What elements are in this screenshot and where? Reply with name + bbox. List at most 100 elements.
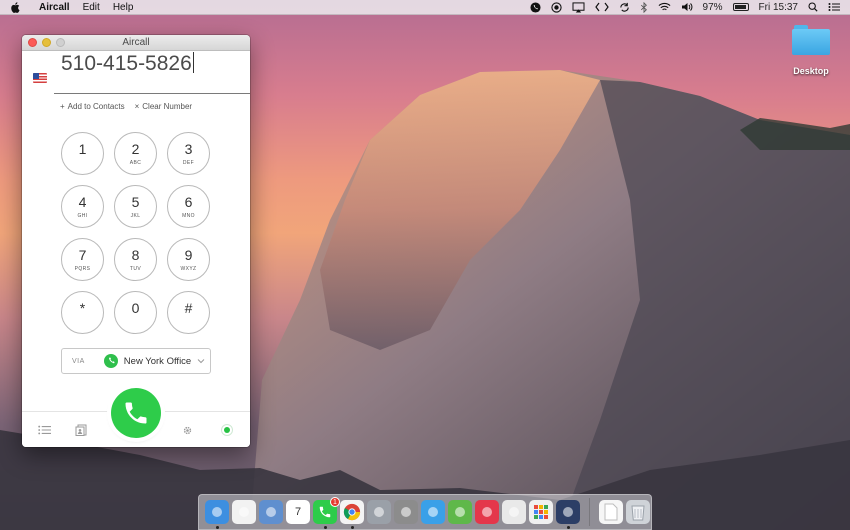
battery-percent: 97% [702, 1, 723, 13]
key-7[interactable]: 7 PQRS [61, 238, 104, 281]
dock-item-itunes[interactable] [232, 500, 256, 524]
phone-icon [125, 402, 147, 424]
dock-item-grid-app[interactable] [529, 500, 553, 524]
dock-item-chrome[interactable] [340, 500, 364, 529]
dock-item-calendar[interactable]: 7 [286, 500, 310, 524]
key-star[interactable]: * [61, 291, 104, 334]
rocket-icon [372, 505, 386, 519]
key-5[interactable]: 5 JKL [114, 185, 157, 228]
dock-item-twitter[interactable] [421, 500, 445, 524]
document-icon [604, 503, 618, 521]
window-minimize-button[interactable] [42, 38, 51, 47]
elephant-icon [453, 505, 467, 519]
quicktime-icon [561, 505, 575, 519]
key-4[interactable]: 4 GHI [61, 185, 104, 228]
phone-number-text: 510-415-5826 [61, 52, 192, 75]
grid-icon [533, 504, 549, 520]
dock-item-quicktime[interactable] [556, 500, 580, 529]
preview-icon [264, 505, 278, 519]
us-flag-icon[interactable] [33, 73, 47, 83]
notification-badge: 1 [330, 497, 340, 507]
spotlight-search-icon[interactable] [808, 2, 818, 12]
add-to-contacts-link[interactable]: + Add to Contacts [60, 102, 125, 111]
number-input-underline [54, 93, 250, 94]
wifi-icon[interactable] [658, 2, 671, 12]
call-button[interactable] [111, 388, 161, 438]
notification-center-icon[interactable] [828, 2, 840, 12]
battery-icon[interactable] [732, 3, 749, 11]
desktop-folder[interactable]: Desktop [787, 25, 835, 76]
gear-icon [399, 505, 413, 519]
menu-app-name[interactable]: Aircall [39, 2, 70, 13]
contacts-icon[interactable] [75, 424, 87, 436]
number-actions: + Add to Contacts × Clear Number [60, 102, 192, 111]
bluetooth-icon[interactable] [640, 1, 648, 13]
plus-icon: + [60, 102, 65, 111]
clock[interactable]: Fri 15:37 [759, 2, 798, 13]
running-indicator [351, 526, 354, 529]
key-9[interactable]: 9 WXYZ [167, 238, 210, 281]
key-1[interactable]: 1 [61, 132, 104, 175]
phone-line-icon [103, 354, 118, 368]
text-caret [192, 52, 194, 73]
dock-item-preview[interactable] [259, 500, 283, 524]
desktop-folder-label: Desktop [793, 66, 829, 76]
finder-icon [210, 505, 224, 519]
record-icon[interactable] [550, 1, 562, 13]
dock-item-launchpad[interactable] [367, 500, 391, 524]
sync-icon[interactable] [619, 2, 630, 13]
clear-number-link[interactable]: × Clear Number [135, 102, 192, 111]
key-hash[interactable]: # [167, 291, 210, 334]
menu-bar: Aircall Edit Help 97% Fri 15:37 [0, 0, 850, 15]
menu-help[interactable]: Help [113, 2, 134, 13]
aircall-status-icon[interactable] [529, 1, 541, 13]
dock-item-documents[interactable] [599, 500, 623, 524]
key-2[interactable]: 2 ABC [114, 132, 157, 175]
chrome-icon [343, 503, 361, 521]
add-to-contacts-label: Add to Contacts [67, 102, 125, 111]
dock-item-aircall[interactable]: 1 [313, 497, 340, 529]
running-indicator [216, 526, 219, 529]
dock-item-pocket[interactable] [475, 500, 499, 524]
call-history-list-icon[interactable] [38, 425, 51, 435]
folder-icon[interactable] [792, 25, 830, 55]
window-zoom-button[interactable] [56, 38, 65, 47]
close-icon: × [134, 102, 140, 111]
airplay-icon[interactable] [572, 1, 585, 13]
music-icon [237, 505, 251, 519]
apple-icon[interactable] [11, 1, 23, 13]
aircall-window: Aircall 510-415-5826 + Add to Contacts ×… [22, 35, 250, 447]
gear-icon[interactable] [182, 425, 193, 436]
dock-item-scrivener[interactable] [502, 500, 526, 524]
aircall-icon [318, 505, 332, 519]
menu-edit[interactable]: Edit [83, 2, 100, 13]
key-0[interactable]: 0 [114, 291, 157, 334]
key-8[interactable]: 8 TUV [114, 238, 157, 281]
volume-icon[interactable] [681, 2, 693, 12]
key-6[interactable]: 6 MNO [167, 185, 210, 228]
dock-item-evernote[interactable] [448, 500, 472, 524]
via-label: VIA [72, 357, 85, 365]
dock-item-finder[interactable] [205, 500, 229, 529]
availability-status-indicator[interactable] [221, 424, 233, 436]
phone-number-input[interactable]: 510-415-5826 [61, 52, 194, 76]
dock-item-system-preferences[interactable] [394, 500, 418, 524]
code-icon[interactable] [594, 2, 609, 12]
online-status-dot [224, 427, 230, 433]
running-indicator [324, 526, 327, 529]
bird-icon [426, 505, 440, 519]
window-title: Aircall [122, 37, 150, 48]
dock-item-trash[interactable] [626, 500, 650, 524]
dock: 71 [198, 494, 652, 530]
calendar-icon: 7 [294, 506, 302, 518]
running-indicator [567, 526, 570, 529]
chevron-down-icon [197, 357, 205, 366]
clear-number-label: Clear Number [142, 102, 193, 111]
window-close-button[interactable] [28, 38, 37, 47]
via-line-name: New York Office [123, 355, 192, 367]
dock-separator [589, 498, 590, 526]
trash-icon [631, 503, 645, 521]
via-line-select[interactable]: VIA New York Office [61, 348, 211, 374]
key-3[interactable]: 3 DEF [167, 132, 210, 175]
window-titlebar[interactable]: Aircall [22, 35, 250, 51]
